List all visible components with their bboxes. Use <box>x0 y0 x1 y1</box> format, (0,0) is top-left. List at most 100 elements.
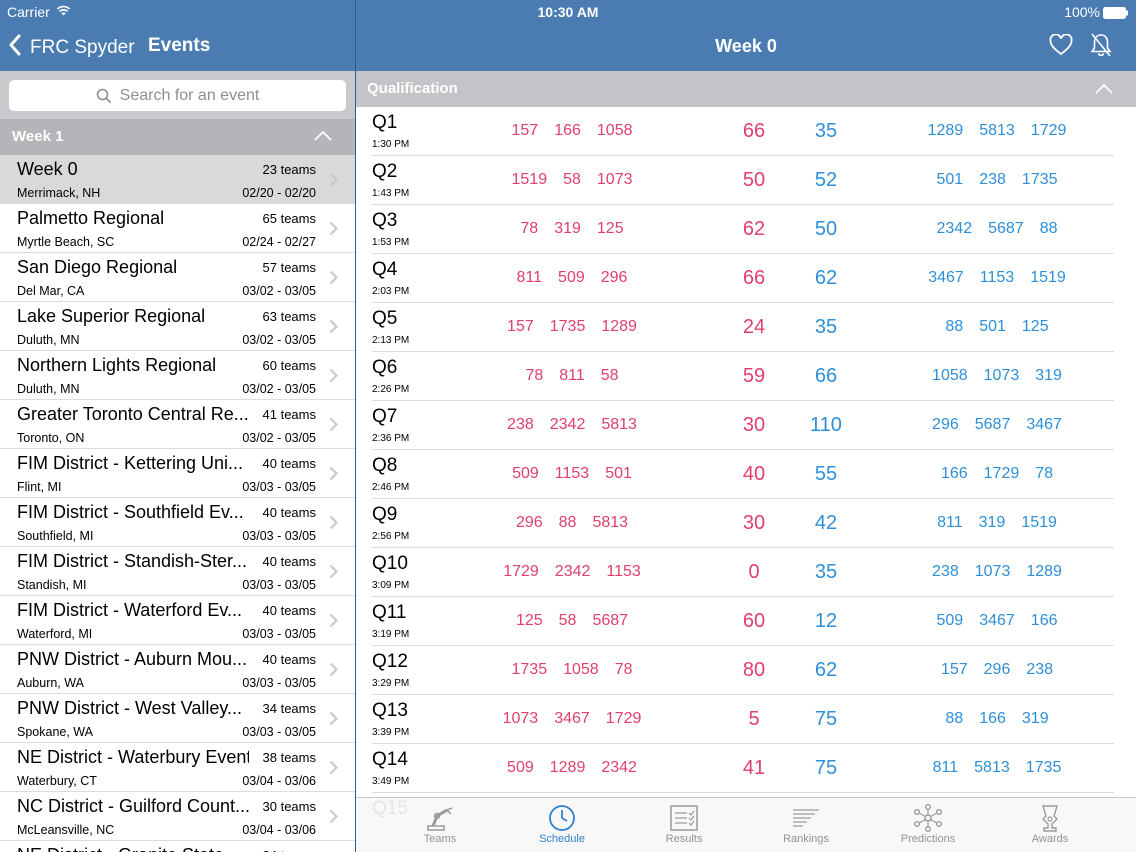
tab-teams[interactable]: Teams <box>379 798 501 852</box>
red-team-number[interactable]: 296 <box>601 269 628 287</box>
red-team-number[interactable]: 509 <box>558 269 585 287</box>
red-team-number[interactable]: 1073 <box>597 171 633 189</box>
week-section-header[interactable]: Week 1 <box>0 119 355 155</box>
event-row[interactable]: PNW District - Auburn Mou... 40 teams Aubu… <box>0 645 355 694</box>
match-row[interactable]: Q13 3:39 PM 1073 3467 1729 5 75 88 166 319 <box>372 695 1114 744</box>
red-team-number[interactable]: 157 <box>512 122 539 140</box>
red-team-number[interactable]: 5813 <box>592 514 628 532</box>
event-row[interactable]: FIM District - Kettering Uni... 40 teams F… <box>0 449 355 498</box>
red-team-number[interactable]: 296 <box>516 514 543 532</box>
event-row[interactable]: Lake Superior Regional 63 teams Duluth, MN… <box>0 302 355 351</box>
blue-team-number[interactable]: 5687 <box>988 220 1024 238</box>
blue-team-number[interactable]: 166 <box>1031 612 1058 630</box>
red-team-number[interactable]: 1729 <box>606 710 642 728</box>
blue-team-number[interactable]: 5813 <box>974 759 1010 777</box>
blue-team-number[interactable]: 157 <box>941 661 968 679</box>
red-team-number[interactable]: 3467 <box>554 710 590 728</box>
match-row[interactable]: Q14 3:49 PM 509 1289 2342 41 75 811 5813 1735 <box>372 744 1114 793</box>
blue-team-number[interactable]: 2342 <box>937 220 973 238</box>
blue-team-number[interactable]: 811 <box>937 514 963 532</box>
blue-team-number[interactable]: 811 <box>933 759 959 777</box>
red-team-number[interactable]: 1153 <box>606 563 640 581</box>
red-team-number[interactable]: 1735 <box>512 661 548 679</box>
red-team-number[interactable]: 58 <box>563 171 581 189</box>
tab-predictions[interactable]: Predictions <box>867 798 989 852</box>
match-row[interactable]: Q1 1:30 PM 157 166 1058 66 35 1289 5813 1729 <box>372 107 1114 156</box>
red-team-number[interactable]: 509 <box>507 759 534 777</box>
red-team-number[interactable]: 1153 <box>555 465 589 483</box>
blue-team-number[interactable]: 501 <box>979 318 1006 336</box>
blue-team-number[interactable]: 319 <box>979 514 1006 532</box>
back-button[interactable]: FRC Spyder <box>8 34 135 62</box>
blue-team-number[interactable]: 5813 <box>979 122 1015 140</box>
red-team-number[interactable]: 1058 <box>597 122 633 140</box>
blue-team-number[interactable]: 3467 <box>928 269 964 287</box>
event-row[interactable]: Northern Lights Regional 60 teams Duluth, … <box>0 351 355 400</box>
blue-team-number[interactable]: 319 <box>1022 710 1049 728</box>
match-row[interactable]: Q2 1:43 PM 1519 58 1073 50 52 501 238 1735 <box>372 156 1114 205</box>
event-row[interactable]: Palmetto Regional 65 teams Myrtle Beach, S… <box>0 204 355 253</box>
blue-team-number[interactable]: 1073 <box>975 563 1011 581</box>
red-team-number[interactable]: 238 <box>507 416 534 434</box>
red-team-number[interactable]: 2342 <box>601 759 637 777</box>
blue-team-number[interactable]: 1153 <box>980 269 1014 287</box>
red-team-number[interactable]: 78 <box>520 220 538 238</box>
red-team-number[interactable]: 509 <box>512 465 539 483</box>
red-team-number[interactable]: 166 <box>554 122 581 140</box>
tab-schedule[interactable]: Schedule <box>501 798 623 852</box>
match-row[interactable]: Q10 3:09 PM 1729 2342 1153 0 35 238 1073 1289 <box>372 548 1114 597</box>
red-team-number[interactable]: 1289 <box>550 759 586 777</box>
event-row[interactable]: NC District - Guilford Count... 30 teams M… <box>0 792 355 841</box>
blue-team-number[interactable]: 1729 <box>984 465 1020 483</box>
red-team-number[interactable]: 58 <box>559 612 577 630</box>
blue-team-number[interactable]: 1058 <box>932 367 968 385</box>
event-row[interactable]: PNW District - West Valley... 34 teams Spo… <box>0 694 355 743</box>
red-team-number[interactable]: 811 <box>517 269 543 287</box>
blue-team-number[interactable]: 296 <box>984 661 1011 679</box>
event-row[interactable]: NE District - Waterbury Event 38 teams Wat… <box>0 743 355 792</box>
bell-off-icon[interactable] <box>1089 32 1113 63</box>
tab-rankings[interactable]: Rankings <box>745 798 867 852</box>
event-row[interactable]: FIM District - Waterford Ev... 40 teams Wa… <box>0 596 355 645</box>
blue-team-number[interactable]: 166 <box>941 465 968 483</box>
red-team-number[interactable]: 58 <box>601 367 619 385</box>
qualification-header[interactable]: Qualification <box>356 71 1136 107</box>
blue-team-number[interactable]: 1735 <box>1026 759 1062 777</box>
blue-team-number[interactable]: 5687 <box>975 416 1011 434</box>
red-team-number[interactable]: 1058 <box>563 661 599 679</box>
search-input[interactable]: Search for an event <box>9 80 346 111</box>
blue-team-number[interactable]: 319 <box>1035 367 1062 385</box>
match-row[interactable]: Q5 2:13 PM 157 1735 1289 24 35 88 501 125 <box>372 303 1114 352</box>
red-team-number[interactable]: 2342 <box>555 563 591 581</box>
match-row[interactable]: Q9 2:56 PM 296 88 5813 30 42 811 319 1519 <box>372 499 1114 548</box>
blue-team-number[interactable]: 78 <box>1035 465 1053 483</box>
heart-icon[interactable] <box>1049 33 1073 61</box>
blue-team-number[interactable]: 296 <box>932 416 959 434</box>
blue-team-number[interactable]: 1519 <box>1021 514 1057 532</box>
match-row[interactable]: Q3 1:53 PM 78 319 125 62 50 2342 5687 88 <box>372 205 1114 254</box>
blue-team-number[interactable]: 3467 <box>1026 416 1062 434</box>
red-team-number[interactable]: 501 <box>605 465 632 483</box>
red-team-number[interactable]: 811 <box>559 367 585 385</box>
event-row[interactable]: San Diego Regional 57 teams Del Mar, CA 03/… <box>0 253 355 302</box>
match-row[interactable]: Q11 3:19 PM 125 58 5687 60 12 509 3467 166 <box>372 597 1114 646</box>
red-team-number[interactable]: 1519 <box>512 171 548 189</box>
match-row[interactable]: Q6 2:26 PM 78 811 58 59 66 1058 1073 319 <box>372 352 1114 401</box>
match-row[interactable]: Q4 2:03 PM 811 509 296 66 62 3467 1153 1519 <box>372 254 1114 303</box>
red-team-number[interactable]: 5813 <box>601 416 637 434</box>
red-team-number[interactable]: 1735 <box>550 318 586 336</box>
event-row[interactable]: Week 0 23 teams Merrimack, NH 02/20 - 02/20 <box>0 155 355 204</box>
event-row[interactable]: Greater Toronto Central Re... 41 teams Tor… <box>0 400 355 449</box>
red-team-number[interactable]: 125 <box>597 220 624 238</box>
blue-team-number[interactable]: 125 <box>1022 318 1049 336</box>
red-team-number[interactable]: 78 <box>615 661 633 679</box>
red-team-number[interactable]: 2342 <box>550 416 586 434</box>
red-team-number[interactable]: 1729 <box>503 563 539 581</box>
blue-team-number[interactable]: 88 <box>945 318 963 336</box>
red-team-number[interactable]: 1073 <box>503 710 539 728</box>
blue-team-number[interactable]: 1289 <box>928 122 964 140</box>
tab-results[interactable]: Results <box>623 798 745 852</box>
blue-team-number[interactable]: 1729 <box>1031 122 1067 140</box>
blue-team-number[interactable]: 509 <box>937 612 964 630</box>
match-row[interactable]: Q12 3:29 PM 1735 1058 78 80 62 157 296 238 <box>372 646 1114 695</box>
